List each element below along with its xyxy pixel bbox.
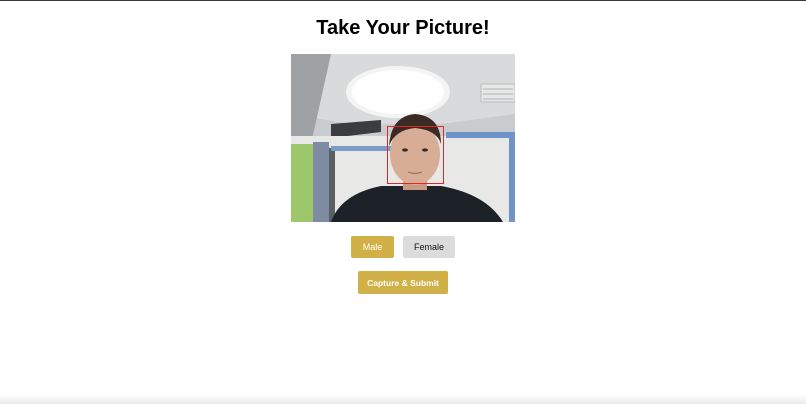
female-button[interactable]: Female	[403, 236, 455, 258]
capture-submit-button[interactable]: Capture & Submit	[358, 271, 448, 294]
male-button[interactable]: Male	[351, 236, 394, 258]
face-detection-box	[387, 126, 444, 184]
page-title: Take Your Picture!	[316, 17, 490, 39]
window-top-border	[0, 0, 806, 1]
camera-preview	[291, 54, 515, 222]
window-bottom-shadow	[0, 394, 806, 404]
